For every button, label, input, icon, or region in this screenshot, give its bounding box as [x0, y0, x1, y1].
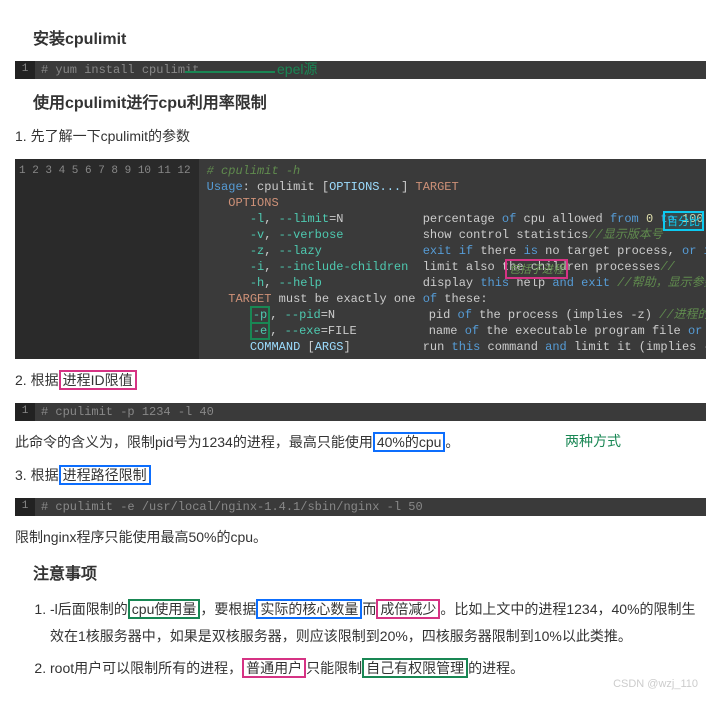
anno-include-children: 包括子进程	[505, 259, 568, 279]
code-content: # yum install cpulimit	[35, 61, 205, 79]
code-content: # cpulimit -e /usr/local/nginx-1.4.1/sbi…	[35, 498, 429, 516]
line-number: 1	[15, 403, 35, 421]
box-core-count: 实际的核心数量	[256, 599, 362, 619]
watermark: CSDN @wzj_110	[613, 678, 698, 690]
box-multiply-reduce: 成倍减少	[376, 599, 440, 619]
box-own-permission: 自己有权限管理	[362, 658, 468, 678]
note-item-1: -l后面限制的cpu使用量，要根据实际的核心数量而成倍减少。比如上文中的进程12…	[50, 596, 706, 649]
code-limit-pid: 1 # cpulimit -p 1234 -l 40	[15, 403, 706, 421]
heading-notes: 注意事项	[33, 560, 706, 584]
heading-install: 安装cpulimit	[33, 25, 706, 49]
code-yum-install: 1 # yum install cpulimit	[15, 61, 706, 79]
line-number: 1	[15, 61, 35, 79]
box-pid-limit: 进程ID限值	[59, 370, 137, 390]
para-intro-params: 1. 先了解一下cpulimit的参数	[15, 125, 706, 149]
code-cpulimit-help: 1 2 3 4 5 6 7 8 9 10 11 12 # cpulimit -h…	[15, 159, 706, 359]
heading-usage: 使用cpulimit进行cpu利用率限制	[33, 89, 706, 113]
code-install-wrapper: 1 # yum install cpulimit epel源	[15, 61, 706, 79]
note-item-2: root用户可以限制所有的进程，普通用户只能限制自己有权限管理的进程。	[50, 655, 706, 682]
gutter: 1 2 3 4 5 6 7 8 9 10 11 12	[15, 159, 199, 359]
para-pid-explain-wrap: 此命令的含义为，限制pid号为1234的进程，最高只能使用40%的cpu。 两种…	[15, 431, 706, 455]
para-by-pid: 2. 根据进程ID限值	[15, 369, 706, 393]
anno-epel-source: epel源	[277, 59, 317, 79]
box-40pct: 40%的cpu	[373, 432, 446, 452]
code-limit-exe: 1 # cpulimit -e /usr/local/nginx-1.4.1/s…	[15, 498, 706, 516]
box-cpu-usage: cpu使用量	[128, 599, 201, 619]
para-nginx-explain: 限制nginx程序只能使用最高50%的cpu。	[15, 526, 706, 550]
para-by-path: 3. 根据进程路径限制	[15, 464, 706, 488]
anno-percent: 百分比	[663, 211, 704, 231]
code-src: # cpulimit -h Usage: cpulimit [OPTIONS..…	[199, 159, 706, 359]
box-path-limit: 进程路径限制	[59, 465, 151, 485]
box-normal-user: 普通用户	[242, 658, 306, 678]
notes-list: -l后面限制的cpu使用量，要根据实际的核心数量而成倍减少。比如上文中的进程12…	[50, 596, 706, 682]
code-help-wrapper: 1 2 3 4 5 6 7 8 9 10 11 12 # cpulimit -h…	[15, 159, 706, 359]
code-content: # cpulimit -p 1234 -l 40	[35, 403, 220, 421]
line-number: 1	[15, 498, 35, 516]
anno-two-ways: 两种方式	[565, 431, 621, 451]
arrow-line	[185, 65, 275, 79]
